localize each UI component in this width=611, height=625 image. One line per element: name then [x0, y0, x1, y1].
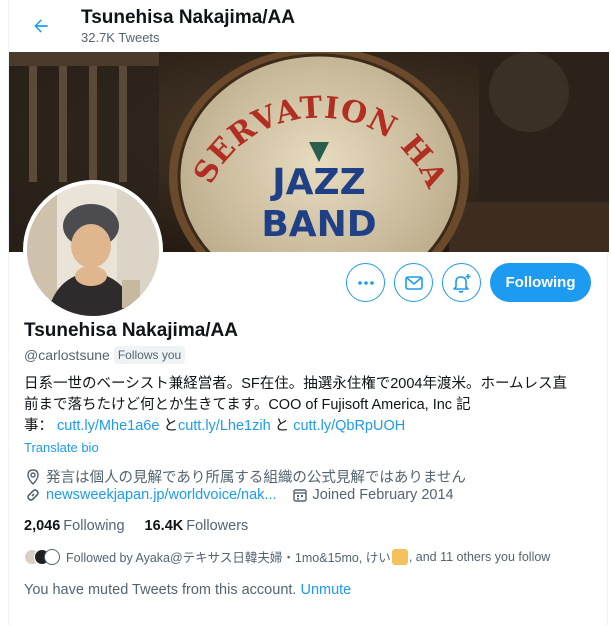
location-row: 発言は個人の見解であり所属する組織の公式見解ではありません: [24, 466, 466, 487]
bio-separator-2: と: [270, 418, 294, 434]
profile-column: Tsunehisa Nakajima/AA 32.7K Tweets SERVA…: [8, 0, 609, 625]
envelope-icon: [404, 275, 423, 290]
location-text: 発言は個人の見解であり所属する組織の公式見解ではありません: [46, 470, 466, 486]
followers-you-know[interactable]: Followed by Ayaka@テキサス日韓夫婦・1mo&15mo, けい …: [24, 547, 550, 566]
followers-you-know-text-b: , and 11 others you follow: [408, 549, 551, 564]
translate-bio-link[interactable]: Translate bio: [24, 440, 99, 455]
follows-you-badge: Follows you: [113, 346, 186, 364]
following-count: 2,046: [24, 518, 61, 534]
followers-count: 16.4K: [144, 518, 184, 534]
bio-line-1: 日系一世のベーシスト兼経営者。SF在住。抽選永住権で2004年渡米。ホームレス直: [24, 376, 568, 392]
profile-actions: Following: [9, 263, 609, 303]
follower-avatars: [24, 548, 60, 565]
calendar-icon: [291, 486, 309, 504]
drum-band-text: BAND: [261, 204, 376, 245]
followers-you-know-text-a: Followed by Ayaka@テキサス日韓夫婦・1mo&15mo, けい: [66, 551, 391, 565]
profile-bio: 日系一世のベーシスト兼経営者。SF在住。抽選永住権で2004年渡米。ホームレス直…: [24, 374, 594, 437]
joined-date: Joined February 2014: [312, 487, 454, 503]
muted-notice: You have muted Tweets from this account.…: [24, 582, 351, 598]
link-icon: [24, 486, 42, 504]
back-button[interactable]: [25, 10, 57, 42]
followers-stat[interactable]: 16.4K Followers: [145, 518, 249, 534]
profile-handle: @carlostsune: [24, 347, 110, 363]
handle-row: @carlostsune Follows you: [24, 346, 186, 364]
unmute-link[interactable]: Unmute: [300, 582, 351, 598]
muted-text: You have muted Tweets from this account.: [24, 582, 297, 598]
more-dots-icon: [357, 280, 374, 285]
bell-plus-icon: [452, 273, 470, 293]
location-pin-icon: [24, 468, 42, 486]
message-button[interactable]: [394, 263, 433, 302]
header-profile-name: Tsunehisa Nakajima/AA: [81, 7, 296, 28]
bio-link-2[interactable]: cutt.ly/Lhe1zih: [178, 418, 271, 434]
website-joined-row: newsweekjapan.jp/worldvoice/nak... Joine…: [24, 486, 454, 504]
following-button[interactable]: Following: [490, 263, 591, 302]
followers-label: Followers: [186, 518, 249, 534]
bio-link-3[interactable]: cutt.ly/QbRpUOH: [293, 418, 405, 434]
back-arrow-icon: [34, 19, 48, 33]
bio-line-3: 事： cutt.ly/Mhe1a6e とcutt.ly/Lhe1zih と cu…: [24, 416, 594, 437]
profile-name: Tsunehisa Nakajima/AA: [24, 320, 239, 341]
notifications-button[interactable]: [442, 263, 481, 302]
header-tweet-count: 32.7K Tweets: [81, 30, 160, 45]
more-button[interactable]: [346, 263, 385, 302]
bio-line-2: 前まで落ちたけど何とか生きてます。COO of Fujisoft America…: [24, 397, 471, 413]
website-link[interactable]: newsweekjapan.jp/worldvoice/nak...: [46, 487, 277, 503]
bio-prefix: 事：: [24, 418, 53, 434]
profile-header-bar: Tsunehisa Nakajima/AA 32.7K Tweets: [9, 0, 609, 52]
people-emoji-icon: [391, 548, 408, 565]
follower-avatar: [44, 548, 60, 565]
drum-jazz-text: JAZZ: [269, 162, 365, 203]
bio-separator-1: と: [163, 418, 178, 434]
following-label: Following: [63, 518, 125, 534]
following-stat[interactable]: 2,046 Following: [24, 518, 125, 534]
follow-stats: 2,046 Following 16.4K Followers: [24, 518, 248, 534]
bio-link-1[interactable]: cutt.ly/Mhe1a6e: [57, 418, 159, 434]
